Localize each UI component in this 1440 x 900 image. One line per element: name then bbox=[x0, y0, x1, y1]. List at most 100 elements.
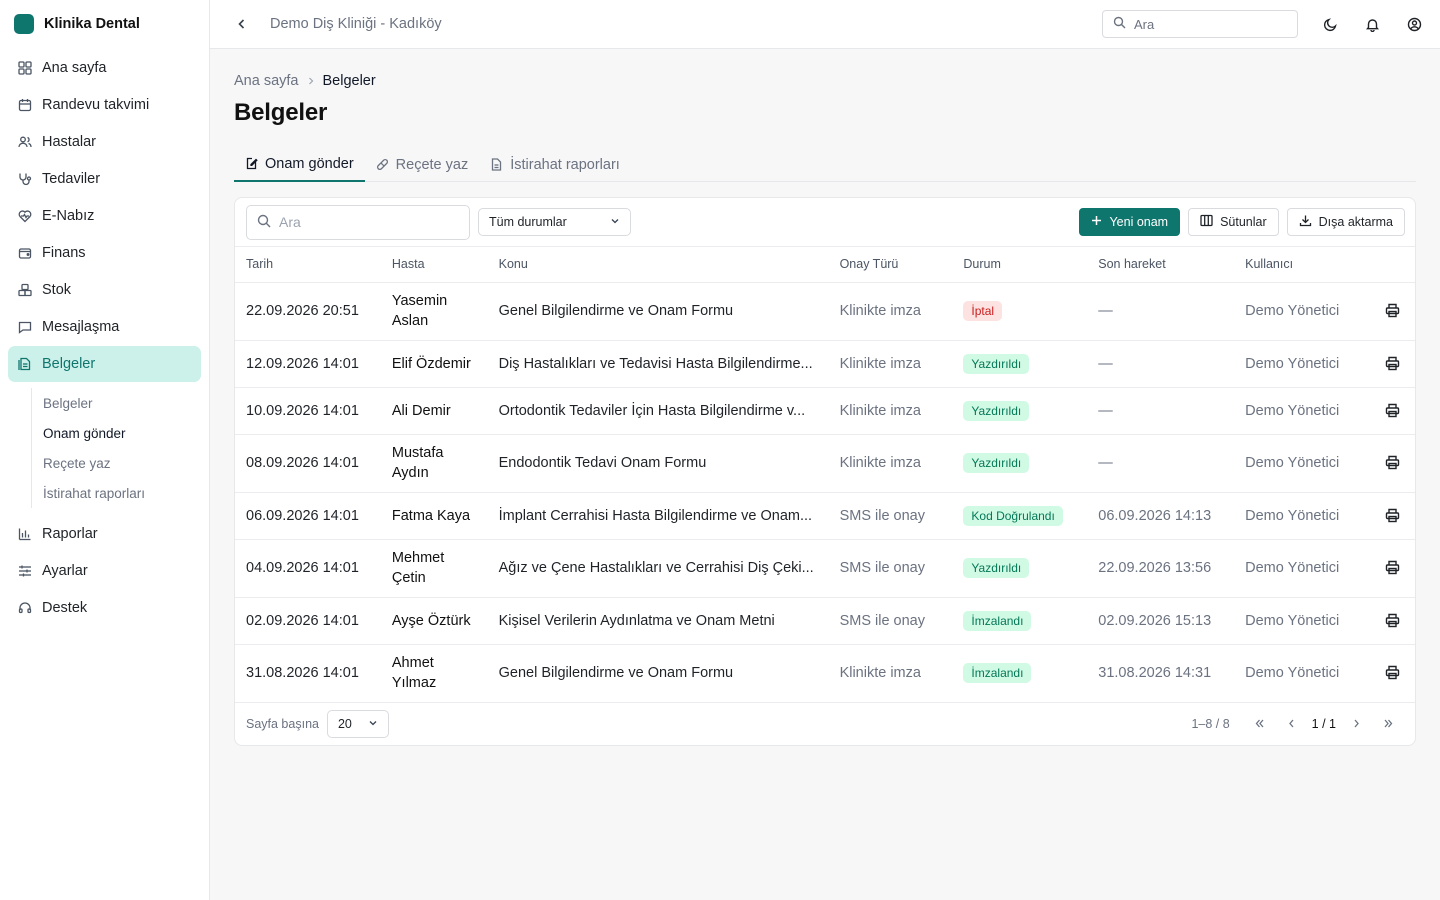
cell-status: Yazdırıldı bbox=[952, 387, 1088, 435]
tab-label: Onam gönder bbox=[265, 155, 354, 172]
sidebar-item-reports[interactable]: Raporlar bbox=[8, 516, 201, 552]
columns-button[interactable]: Sütunlar bbox=[1188, 208, 1279, 236]
next-page-icon[interactable] bbox=[1340, 710, 1372, 738]
column-header-user[interactable]: Kullanıcı bbox=[1234, 247, 1371, 283]
first-page-icon[interactable] bbox=[1244, 710, 1276, 738]
status-badge: Yazdırıldı bbox=[963, 453, 1030, 473]
last-page-icon[interactable] bbox=[1372, 710, 1404, 738]
table-row[interactable]: 12.09.2026 14:01 Elif Özdemir Diş Hastalık… bbox=[235, 340, 1415, 388]
cell-patient[interactable]: Ali Demir bbox=[380, 387, 488, 435]
subnav-item-prescription[interactable]: Reçete yaz bbox=[32, 448, 209, 478]
sidebar-item-finance[interactable]: Finans bbox=[8, 235, 201, 271]
printer-icon[interactable] bbox=[1382, 352, 1404, 374]
table-row[interactable]: 06.09.2026 14:01 Fatma Kaya İmplant Cerrah… bbox=[235, 492, 1415, 540]
search-icon bbox=[257, 214, 271, 231]
sidebar-item-calendar[interactable]: Randevu takvimi bbox=[8, 87, 201, 123]
printer-icon[interactable] bbox=[1382, 452, 1404, 474]
export-button[interactable]: Dışa aktarma bbox=[1286, 208, 1405, 236]
printer-icon[interactable] bbox=[1382, 662, 1404, 684]
status-filter-select[interactable]: Tüm durumlar bbox=[478, 208, 631, 236]
printer-icon[interactable] bbox=[1382, 609, 1404, 631]
column-header-actions bbox=[1370, 247, 1415, 283]
table-row[interactable]: 31.08.2026 14:01 Ahmet Yılmaz Genel Bilgil… bbox=[235, 644, 1415, 703]
cell-user: Demo Yönetici bbox=[1234, 492, 1371, 540]
bell-icon[interactable] bbox=[1362, 14, 1382, 34]
sidebar-item-label: E-Nabız bbox=[42, 208, 95, 224]
cell-patient[interactable]: Mustafa Aydın bbox=[380, 434, 488, 493]
cell-patient[interactable]: Ahmet Yılmaz bbox=[380, 644, 488, 703]
printer-icon[interactable] bbox=[1382, 399, 1404, 421]
cell-last-action: 06.09.2026 14:13 bbox=[1087, 492, 1235, 540]
cell-actions bbox=[1370, 597, 1415, 645]
sidebar-item-label: Randevu takvimi bbox=[42, 97, 150, 113]
sidebar-item-settings[interactable]: Ayarlar bbox=[8, 553, 201, 589]
sidebar-item-documents[interactable]: Belgeler bbox=[8, 346, 201, 382]
new-consent-button[interactable]: Yeni onam bbox=[1079, 208, 1181, 236]
global-search-input[interactable]: Ara bbox=[1102, 10, 1298, 38]
consent-table: Tarih Hasta Konu Onay Türü Durum Son har… bbox=[235, 247, 1415, 703]
back-icon[interactable] bbox=[232, 14, 252, 34]
table-row[interactable]: 08.09.2026 14:01 Mustafa Aydın Endodontik … bbox=[235, 434, 1415, 493]
table-row[interactable]: 10.09.2026 14:01 Ali Demir Ortodontik Teda… bbox=[235, 387, 1415, 435]
column-header-approval-type[interactable]: Onay Türü bbox=[828, 247, 953, 283]
prev-page-icon[interactable] bbox=[1276, 710, 1308, 738]
moon-icon[interactable] bbox=[1320, 14, 1340, 34]
cell-last-action: 02.09.2026 15:13 bbox=[1087, 597, 1235, 645]
sidebar-item-label: Ayarlar bbox=[42, 563, 88, 579]
sidebar-item-support[interactable]: Destek bbox=[8, 590, 201, 626]
brand[interactable]: Klinika Dental bbox=[0, 0, 209, 48]
subnav-item-sick-leave[interactable]: İstirahat raporları bbox=[32, 478, 209, 508]
cell-patient[interactable]: Fatma Kaya bbox=[380, 492, 488, 540]
cell-patient[interactable]: Yasemin Aslan bbox=[380, 282, 488, 341]
column-header-date[interactable]: Tarih bbox=[235, 247, 381, 283]
cell-date: 08.09.2026 14:01 bbox=[235, 434, 381, 493]
sidebar-item-treatments[interactable]: Tedaviler bbox=[8, 161, 201, 197]
cell-patient[interactable]: Mehmet Çetin bbox=[380, 539, 488, 598]
status-badge: Yazdırıldı bbox=[963, 353, 1030, 374]
column-header-patient[interactable]: Hasta bbox=[380, 247, 488, 283]
cell-status: Yazdırıldı bbox=[952, 434, 1088, 493]
clinic-name[interactable]: Demo Diş Kliniği - Kadıköy bbox=[270, 16, 442, 32]
tab-prescription[interactable]: Reçete yaz bbox=[365, 147, 480, 182]
sidebar-item-stock[interactable]: Stok bbox=[8, 272, 201, 308]
subnav-item-send-consent[interactable]: Onam gönder bbox=[32, 418, 209, 448]
column-header-last-action[interactable]: Son hareket bbox=[1087, 247, 1235, 283]
cell-subject: Endodontik Tedavi Onam Formu bbox=[487, 434, 829, 493]
tab-send-consent[interactable]: Onam gönder bbox=[234, 147, 365, 182]
subnav-item-documents[interactable]: Belgeler bbox=[32, 388, 209, 418]
cell-subject: Genel Bilgilendirme ve Onam Formu bbox=[487, 644, 829, 703]
columns-label: Sütunlar bbox=[1220, 215, 1267, 229]
per-page-select[interactable]: 20 bbox=[326, 709, 389, 738]
chevron-right-icon bbox=[307, 74, 315, 88]
printer-icon[interactable] bbox=[1382, 300, 1404, 322]
table-row[interactable]: 04.09.2026 14:01 Mehmet Çetin Ağız ve Çene… bbox=[235, 539, 1415, 598]
table-header-row: Tarih Hasta Konu Onay Türü Durum Son har… bbox=[235, 247, 1415, 283]
cell-status: İmzalandı bbox=[952, 597, 1088, 645]
breadcrumb-home[interactable]: Ana sayfa bbox=[234, 73, 299, 89]
sidebar-item-patients[interactable]: Hastalar bbox=[8, 124, 201, 160]
cell-user: Demo Yönetici bbox=[1234, 434, 1371, 493]
table-row[interactable]: 02.09.2026 14:01 Ayşe Öztürk Kişisel Veril… bbox=[235, 597, 1415, 645]
page-title: Belgeler bbox=[234, 99, 328, 126]
sidebar-item-home[interactable]: Ana sayfa bbox=[8, 50, 201, 86]
sidebar-item-messaging[interactable]: Mesajlaşma bbox=[8, 309, 201, 345]
sidebar-item-label: Finans bbox=[42, 245, 86, 261]
bar-chart-icon bbox=[18, 527, 32, 541]
tab-sick-leave[interactable]: İstirahat raporları bbox=[479, 147, 631, 182]
toolbar-actions: Yeni onam Sütunlar Dışa aktarma bbox=[1079, 208, 1405, 236]
cell-date: 02.09.2026 14:01 bbox=[235, 597, 381, 645]
printer-icon[interactable] bbox=[1382, 557, 1404, 579]
topbar-actions: Ara bbox=[1102, 10, 1424, 38]
table-row[interactable]: 22.09.2026 20:51 Yasemin Aslan Genel Bilgi… bbox=[235, 282, 1415, 341]
printer-icon[interactable] bbox=[1382, 504, 1404, 526]
cell-patient[interactable]: Elif Özdemir bbox=[380, 340, 488, 388]
sidebar-item-enabiz[interactable]: E-Nabız bbox=[8, 198, 201, 234]
cell-approval-type: Klinikte imza bbox=[828, 644, 953, 703]
column-header-status[interactable]: Durum bbox=[952, 247, 1088, 283]
column-header-subject[interactable]: Konu bbox=[487, 247, 829, 283]
user-circle-icon[interactable] bbox=[1404, 14, 1424, 34]
table-search-input[interactable]: Ara bbox=[246, 204, 470, 240]
cell-patient[interactable]: Ayşe Öztürk bbox=[380, 597, 488, 645]
status-badge: İmzalandı bbox=[963, 610, 1032, 631]
export-label: Dışa aktarma bbox=[1318, 215, 1393, 229]
